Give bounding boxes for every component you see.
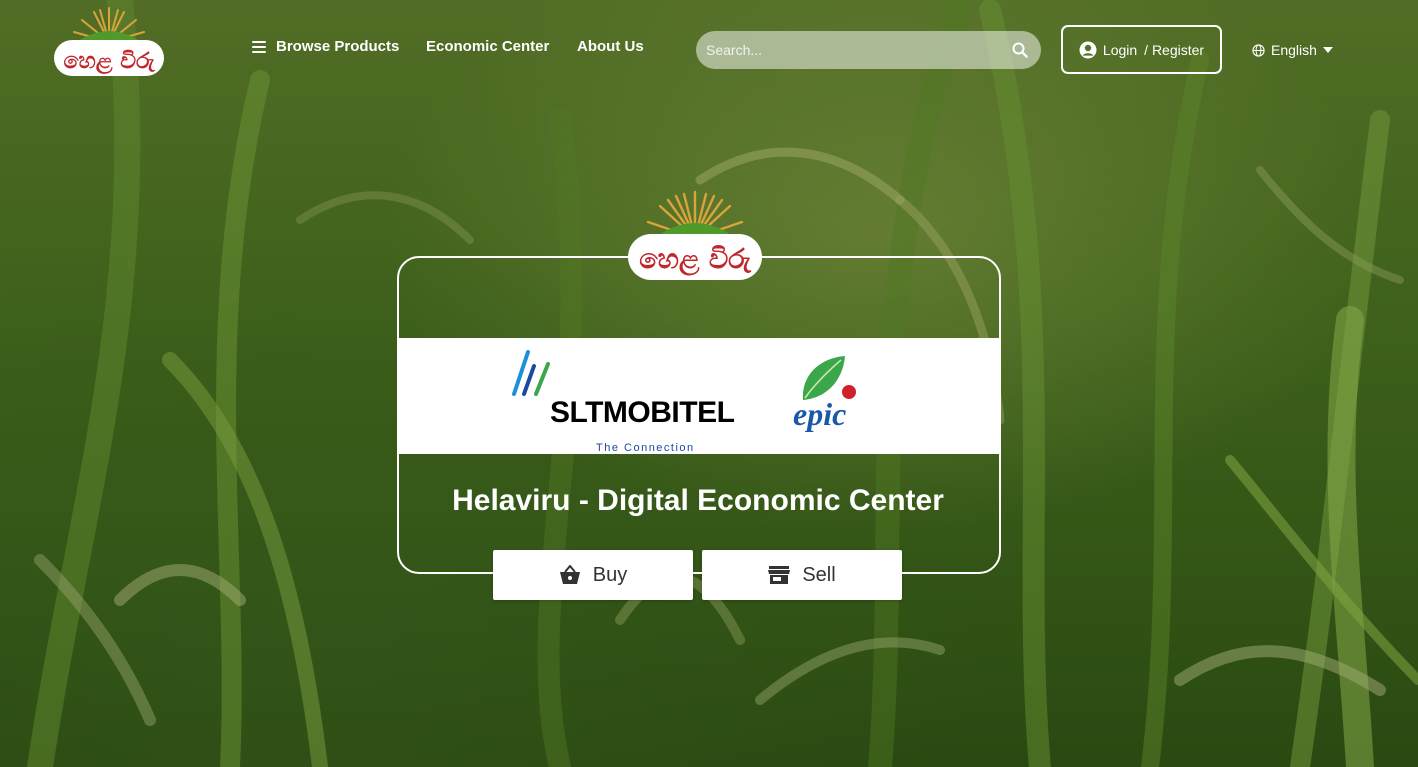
login-register-button[interactable]: Login / Register (1061, 25, 1222, 74)
search-icon[interactable] (1012, 42, 1028, 58)
top-nav-bar: හෙළ විරු Browse Products Economic Center… (0, 0, 1418, 100)
nav-economic-center[interactable]: Economic Center (426, 38, 549, 55)
epic-name: epic (793, 396, 847, 432)
store-icon (768, 566, 791, 584)
search-input[interactable] (696, 41, 998, 59)
nav-browse-products[interactable]: Browse Products (252, 38, 399, 55)
slt-mobitel-tagline: The Connection (596, 442, 695, 454)
page: හෙළ විරු Browse Products Economic Center… (0, 0, 1418, 767)
helaviru-logo-large: හෙළ විරු (628, 190, 762, 280)
svg-text:හෙළ විරු: හෙළ විරු (639, 244, 752, 276)
globe-icon (1252, 43, 1265, 57)
svg-text:හෙළ විරු: හෙළ විරු (64, 49, 156, 75)
language-selector[interactable]: English (1252, 42, 1333, 58)
partner-logos-strip: SLTMOBITEL The Connection epic (397, 338, 999, 454)
nav-about-us-label: About Us (577, 38, 644, 55)
slt-mobitel-logo: SLTMOBITEL The Connection (510, 350, 750, 454)
menu-icon (252, 40, 266, 53)
basket-icon (559, 565, 580, 584)
nav-about-us[interactable]: About Us (577, 38, 644, 55)
epic-logo: epic (791, 352, 885, 442)
chevron-down-icon (1322, 47, 1333, 53)
buy-button-label: Buy (592, 563, 628, 586)
helaviru-logo[interactable]: හෙළ විරු (50, 4, 168, 82)
buy-button[interactable]: Buy (493, 550, 693, 600)
slt-mobitel-name: SLTMOBITEL (550, 396, 735, 429)
register-link[interactable]: / Register (1144, 42, 1204, 58)
nav-economic-center-label: Economic Center (426, 38, 550, 55)
language-selected: English (1271, 42, 1317, 58)
hero-title: Helaviru - Digital Economic Center (452, 484, 944, 517)
login-link[interactable]: Login (1103, 42, 1137, 58)
sell-button[interactable]: Sell (702, 550, 902, 600)
user-circle-icon (1079, 41, 1097, 58)
search-bar (696, 31, 1041, 69)
sell-button-label: Sell (802, 563, 836, 586)
nav-browse-products-label: Browse Products (276, 38, 400, 55)
